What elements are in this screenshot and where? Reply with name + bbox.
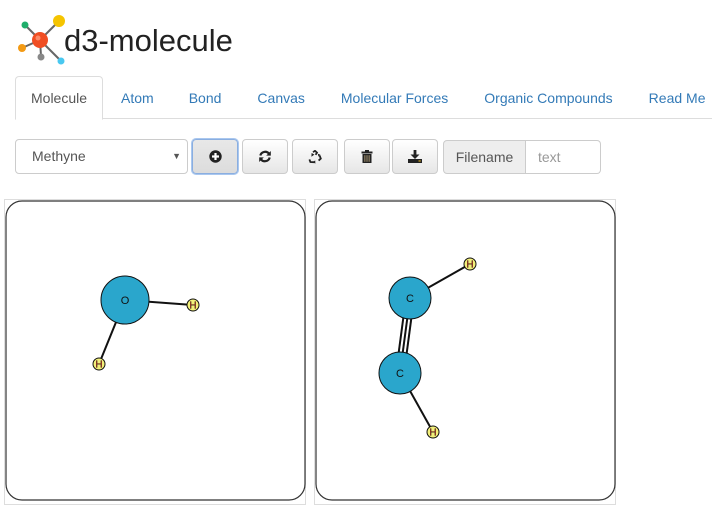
atom-label: H [189, 301, 196, 312]
molecule-svg[interactable]: C C H H [315, 200, 617, 506]
tab-molecule[interactable]: Molecule [15, 76, 104, 120]
recycle-icon [308, 149, 322, 164]
canvas-frame [315, 200, 616, 501]
tab-atom[interactable]: Atom [105, 76, 170, 119]
filename-input[interactable]: text [526, 140, 601, 174]
atom-c[interactable]: C [378, 351, 422, 395]
refresh-icon [258, 150, 272, 163]
app-header: d3-molecule [12, 12, 233, 66]
plus-circle-icon [208, 150, 222, 163]
atom-c[interactable]: C [388, 276, 432, 320]
atom-label: C [396, 368, 404, 380]
tab-canvas[interactable]: Canvas [240, 76, 321, 119]
tab-read-me[interactable]: Read Me [632, 76, 712, 119]
atom-h[interactable]: H [463, 257, 477, 271]
molecule-svg[interactable]: O H H [5, 200, 307, 506]
filename-label: Filename [443, 140, 526, 174]
recycle-button[interactable] [292, 139, 338, 174]
atom-h[interactable]: H [92, 357, 106, 371]
atom-label: H [95, 360, 102, 371]
canvas-frame [5, 200, 306, 501]
molecule-select-value: Methyne [32, 148, 86, 164]
filename-input-group: Filename text [443, 140, 601, 174]
molecule-canvas-water[interactable]: O H H [4, 199, 306, 505]
download-icon [408, 150, 422, 163]
atom-label: O [121, 295, 130, 307]
atom-label: H [466, 260, 473, 271]
tab-molecular-forces[interactable]: Molecular Forces [324, 76, 465, 119]
main-tabs: Molecule Atom Bond Canvas Molecular Forc… [15, 76, 712, 120]
atom-o[interactable]: O [100, 275, 150, 325]
add-molecule-button[interactable] [192, 139, 238, 174]
trash-icon [361, 150, 373, 163]
delete-button[interactable] [344, 139, 390, 174]
download-button[interactable] [392, 139, 438, 174]
chevron-down-icon: ▼ [172, 151, 181, 161]
atom-label: C [406, 293, 414, 305]
atom-h[interactable]: H [186, 298, 200, 312]
tab-organic-compounds[interactable]: Organic Compounds [467, 76, 629, 119]
molecule-select[interactable]: Methyne ▼ [15, 139, 188, 174]
atom-h[interactable]: H [426, 425, 440, 439]
refresh-button[interactable] [242, 139, 288, 174]
molecule-logo-icon [12, 12, 68, 66]
tab-bond[interactable]: Bond [172, 76, 239, 119]
app-title: d3-molecule [64, 22, 233, 58]
atom-label: H [429, 428, 436, 439]
molecule-canvas-ethyne[interactable]: C C H H [314, 199, 616, 505]
